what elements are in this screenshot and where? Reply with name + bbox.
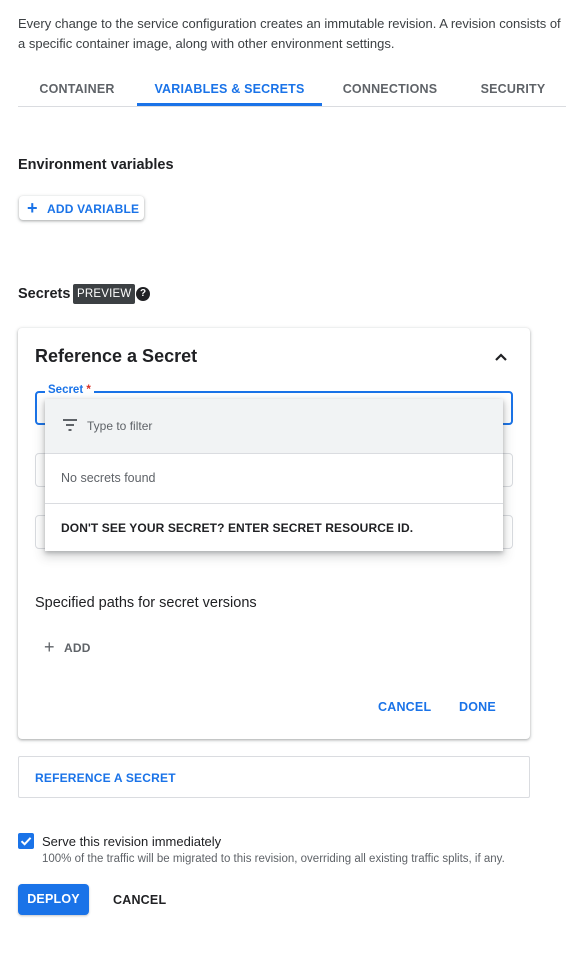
card-done-button[interactable]: DONE <box>459 700 496 714</box>
tab-bar: CONTAINER VARIABLES & SECRETS CONNECTION… <box>18 72 566 107</box>
add-variable-button[interactable]: + ADD VARIABLE <box>19 196 144 220</box>
serve-immediately-label: Serve this revision immediately <box>42 834 222 849</box>
check-icon <box>20 837 32 846</box>
chevron-up-icon[interactable] <box>494 350 508 364</box>
secrets-title: Secrets <box>18 286 71 302</box>
preview-badge: PREVIEW <box>73 284 136 304</box>
card-title: Reference a Secret <box>35 346 198 366</box>
plus-icon: + <box>27 198 38 218</box>
deploy-button[interactable]: DEPLOY <box>18 884 89 915</box>
no-secrets-text: No secrets found <box>61 471 156 485</box>
filter-placeholder: Type to filter <box>87 419 153 433</box>
reference-secret-button[interactable]: REFERENCE A SECRET <box>35 771 176 785</box>
cancel-button[interactable]: CANCEL <box>113 893 166 907</box>
add-path-label: ADD <box>64 641 91 655</box>
tab-connections[interactable]: CONNECTIONS <box>328 72 452 106</box>
secret-field-label: Secret * <box>45 384 94 396</box>
env-variables-title: Environment variables <box>18 157 174 173</box>
divider <box>45 503 503 504</box>
help-circle-icon[interactable]: ? <box>136 287 150 301</box>
tab-variables-secrets[interactable]: VARIABLES & SECRETS <box>137 72 322 106</box>
enter-resource-id-option[interactable]: DON'T SEE YOUR SECRET? ENTER SECRET RESO… <box>61 521 413 535</box>
tab-security[interactable]: SECURITY <box>470 72 556 106</box>
serve-immediately-description: 100% of the traffic will be migrated to … <box>42 853 505 865</box>
secret-dropdown: Type to filter No secrets found DON'T SE… <box>45 399 503 551</box>
serve-immediately-checkbox[interactable] <box>18 833 34 849</box>
reference-secret-panel: REFERENCE A SECRET <box>18 756 530 798</box>
paths-title: Specified paths for secret versions <box>35 595 257 611</box>
filter-input[interactable]: Type to filter <box>45 399 503 454</box>
card-cancel-button[interactable]: CANCEL <box>378 700 431 714</box>
intro-text: Every change to the service configuratio… <box>18 16 561 51</box>
tab-container[interactable]: CONTAINER <box>18 72 136 106</box>
filter-icon <box>63 419 77 431</box>
plus-icon: + <box>44 637 55 657</box>
add-variable-label: ADD VARIABLE <box>47 202 140 216</box>
